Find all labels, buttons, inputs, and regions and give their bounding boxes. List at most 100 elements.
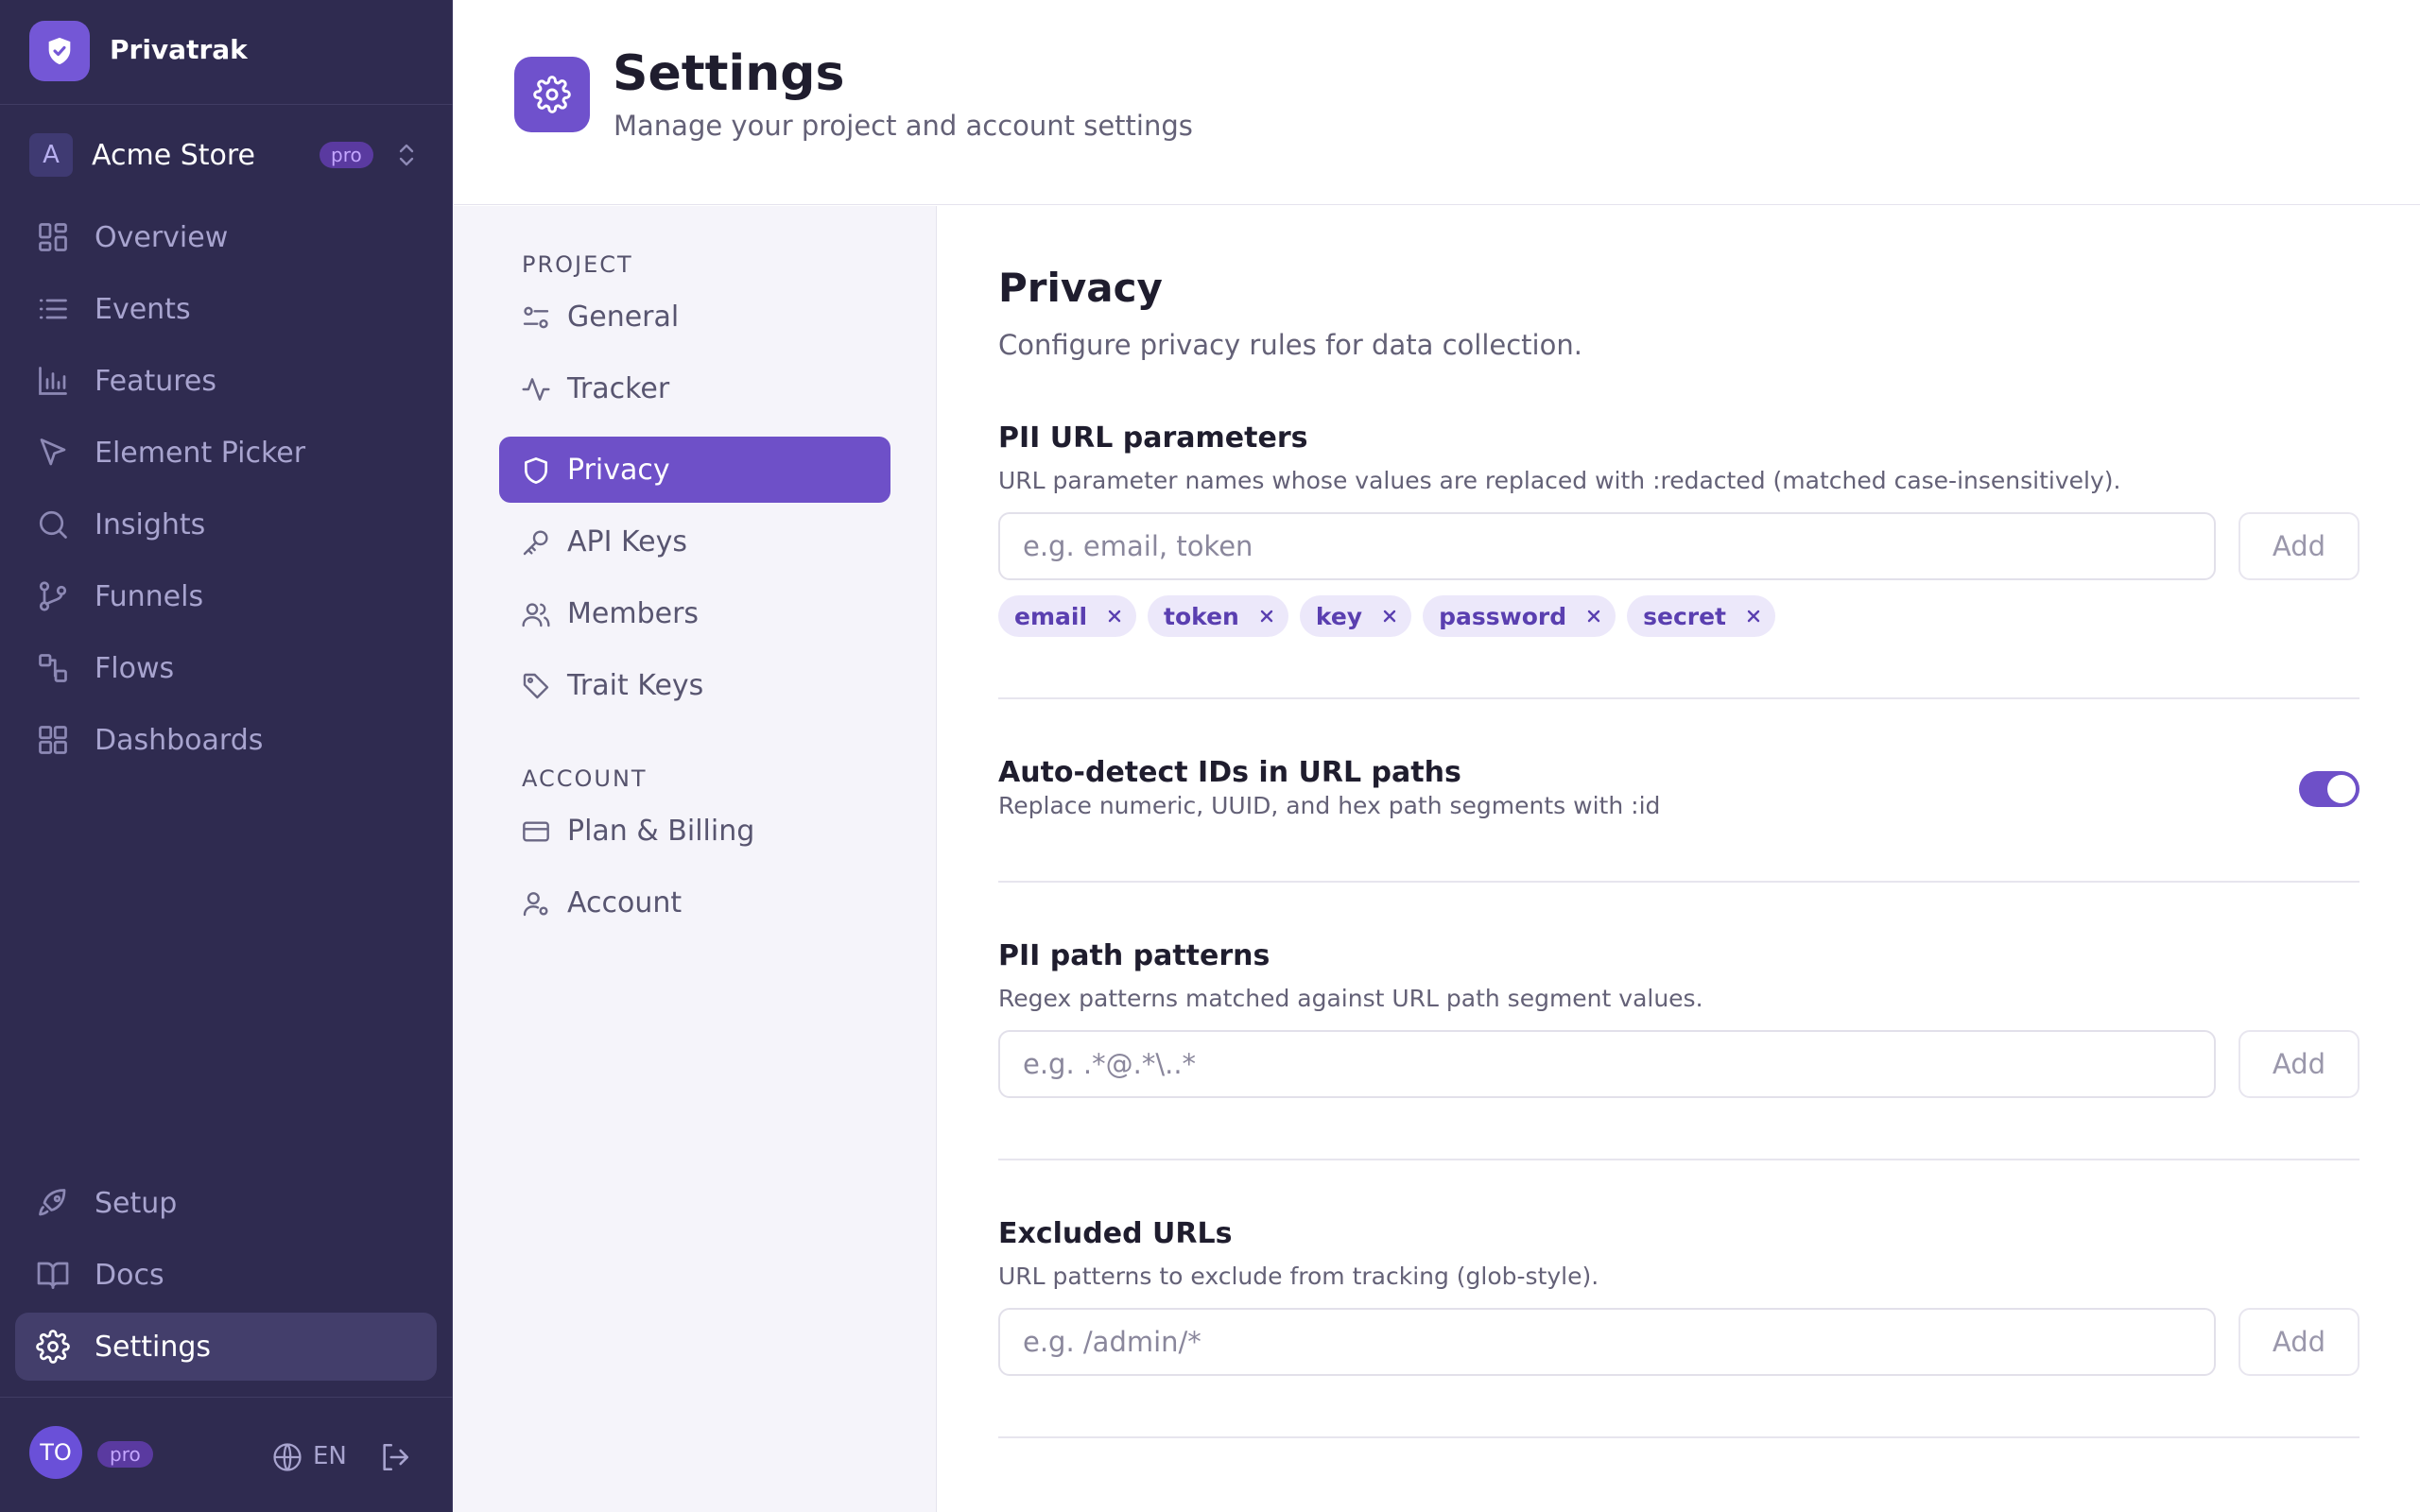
subnav-heading-account: ACCOUNT	[522, 765, 648, 792]
sliders-icon	[523, 306, 549, 329]
pii-url-params-chips: email token key password secret	[998, 595, 1775, 637]
sidebar-item-label: Element Picker	[95, 437, 306, 470]
subnav-item-plan-billing[interactable]: Plan & Billing	[499, 798, 890, 864]
page-subtitle: Manage your project and account settings	[614, 110, 1193, 142]
pii-url-params-add-button[interactable]: Add	[2238, 512, 2360, 580]
subnav-item-label: Account	[567, 886, 683, 919]
bar-chart-icon	[39, 367, 67, 395]
section-title: Privacy	[998, 265, 1163, 311]
settings-subnav: PROJECT General Tracker Privacy API Keys…	[454, 206, 937, 1512]
sidebar-item-label: Events	[95, 293, 191, 326]
divider	[998, 1159, 2360, 1160]
sidebar-item-dashboards[interactable]: Dashboards	[15, 706, 437, 774]
chip-label: secret	[1643, 602, 1726, 630]
subnav-item-label: General	[567, 301, 680, 334]
auto-detect-description: Replace numeric, UUID, and hex path segm…	[998, 792, 1661, 819]
subnav-item-label: API Keys	[567, 525, 688, 558]
grid-icon	[39, 223, 67, 251]
chip-key: key	[1299, 595, 1412, 637]
subnav-item-privacy[interactable]: Privacy	[499, 437, 890, 503]
privacy-settings-panel: Privacy Configure privacy rules for data…	[938, 206, 2420, 1512]
sidebar-item-settings[interactable]: Settings	[15, 1313, 437, 1381]
toggle-knob	[2327, 775, 2356, 803]
pii-path-patterns-input[interactable]	[998, 1030, 2216, 1098]
chip-label: token	[1164, 602, 1239, 630]
pii-url-params-description: URL parameter names whose values are rep…	[998, 467, 2121, 494]
sidebar-item-label: Insights	[95, 508, 206, 541]
dashboard-icon	[39, 726, 67, 754]
close-icon[interactable]	[1104, 606, 1125, 627]
close-icon[interactable]	[1379, 606, 1400, 627]
subnav-item-label: Tracker	[567, 372, 670, 405]
list-icon	[39, 299, 67, 319]
chip-label: email	[1014, 602, 1088, 630]
sidebar-item-setup[interactable]: Setup	[15, 1169, 437, 1237]
sidebar-item-element-picker[interactable]: Element Picker	[15, 419, 437, 487]
sidebar-item-label: Docs	[95, 1259, 164, 1292]
chip-password: password	[1423, 595, 1616, 637]
sidebar: Privatrak A Acme Store pro Overview Even…	[0, 0, 453, 1512]
sidebar-item-docs[interactable]: Docs	[15, 1241, 437, 1309]
brand-header: Privatrak	[0, 0, 453, 105]
pii-path-patterns-add-button[interactable]: Add	[2238, 1030, 2360, 1098]
globe-icon[interactable]	[271, 1441, 303, 1473]
sidebar-item-label: Features	[95, 365, 216, 398]
auto-detect-title: Auto-detect IDs in URL paths	[998, 756, 1461, 789]
sidebar-item-overview[interactable]: Overview	[15, 203, 437, 271]
pii-url-params-input[interactable]	[998, 512, 2216, 580]
excluded-urls-description: URL patterns to exclude from tracking (g…	[998, 1263, 1599, 1290]
close-icon[interactable]	[1583, 606, 1604, 627]
sidebar-item-label: Dashboards	[95, 724, 264, 757]
logout-icon[interactable]	[379, 1441, 411, 1473]
shield-icon	[525, 457, 547, 484]
user-plan-badge: pro	[97, 1441, 153, 1468]
sidebar-item-features[interactable]: Features	[15, 347, 437, 415]
subnav-item-label: Trait Keys	[567, 669, 704, 702]
language-label[interactable]: EN	[313, 1442, 347, 1470]
close-icon[interactable]	[1256, 606, 1277, 627]
project-name: Acme Store	[92, 139, 255, 172]
divider	[998, 697, 2360, 699]
subnav-item-members[interactable]: Members	[499, 580, 890, 646]
close-icon[interactable]	[1743, 606, 1764, 627]
excluded-urls-input[interactable]	[998, 1308, 2216, 1376]
pii-path-patterns-title: PII path patterns	[998, 939, 1270, 972]
rocket-icon	[39, 1189, 66, 1216]
subnav-item-general[interactable]: General	[499, 284, 890, 350]
project-switcher[interactable]: A Acme Store pro	[29, 131, 426, 179]
sidebar-item-label: Funnels	[95, 580, 204, 613]
activity-icon	[522, 378, 550, 401]
sidebar-item-funnels[interactable]: Funnels	[15, 562, 437, 630]
divider	[998, 881, 2360, 883]
book-icon	[37, 1262, 69, 1289]
project-plan-badge: pro	[320, 142, 373, 168]
excluded-urls-add-button[interactable]: Add	[2238, 1308, 2360, 1376]
subnav-item-api-keys[interactable]: API Keys	[499, 508, 890, 575]
sidebar-item-insights[interactable]: Insights	[15, 490, 437, 558]
sidebar-item-label: Settings	[95, 1331, 212, 1364]
sidebar-item-flows[interactable]: Flows	[15, 634, 437, 702]
page-title: Settings	[613, 45, 845, 102]
auto-detect-toggle[interactable]	[2299, 771, 2360, 807]
subnav-item-account[interactable]: Account	[499, 869, 890, 936]
settings-header-gear-icon	[514, 57, 590, 132]
subnav-item-tracker[interactable]: Tracker	[499, 355, 890, 421]
tag-icon	[523, 673, 549, 699]
subnav-item-trait-keys[interactable]: Trait Keys	[499, 652, 890, 718]
excluded-urls-title: Excluded URLs	[998, 1217, 1233, 1250]
cursor-icon	[40, 438, 66, 466]
user-bar: TO pro EN	[0, 1397, 453, 1512]
gear-icon	[36, 1330, 70, 1364]
credit-card-icon	[523, 821, 549, 842]
project-avatar: A	[29, 133, 73, 177]
brand-logo-icon[interactable]	[29, 21, 90, 81]
section-description: Configure privacy rules for data collect…	[998, 329, 1582, 361]
sidebar-item-label: Flows	[95, 652, 175, 685]
divider	[998, 1436, 2360, 1438]
flow-icon	[39, 654, 67, 682]
sidebar-item-label: Overview	[95, 221, 229, 254]
chip-label: password	[1439, 602, 1567, 630]
chip-label: key	[1315, 602, 1363, 630]
sidebar-item-events[interactable]: Events	[15, 275, 437, 343]
user-avatar[interactable]: TO	[29, 1426, 82, 1479]
